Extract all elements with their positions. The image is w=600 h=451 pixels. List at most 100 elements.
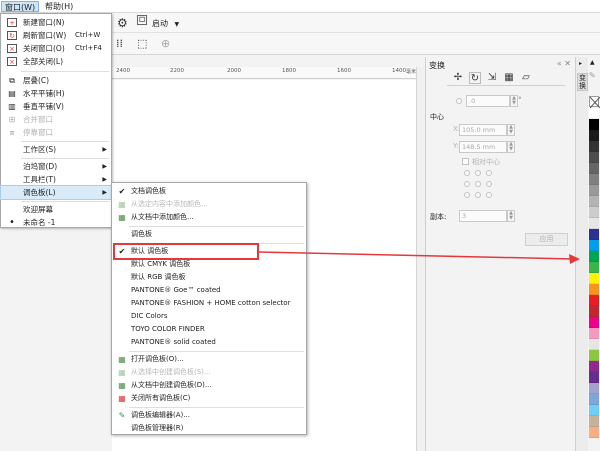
position-icon[interactable]: ✢ [452,72,464,84]
color-swatch[interactable] [589,174,599,185]
menu-item-close-window[interactable]: × 关闭窗口(O) Ctrl+F4 [1,42,111,55]
tab-scroll-icon[interactable]: ▸ [579,60,582,67]
menu-item-dock-window[interactable]: ⧈ 停靠窗口 [1,126,111,139]
launch-dropdown[interactable]: 启动 ▼ [152,18,179,29]
anchor-mr[interactable] [486,181,492,187]
copies-field[interactable]: 3 [459,210,507,222]
anchor-tr[interactable] [486,170,492,176]
anchor-mc[interactable] [475,181,481,187]
skew-icon[interactable]: ▱ [520,72,532,84]
color-swatch[interactable] [589,372,599,383]
y-field[interactable]: 148.5 mm [459,141,507,153]
color-swatch[interactable] [589,350,599,361]
scale-mirror-icon[interactable]: ⇲ [486,72,498,84]
menu-item-toolbars[interactable]: 工具栏(T) ▶ [1,173,111,186]
color-swatch[interactable] [589,361,599,372]
x-stepper[interactable]: ▲ ▼ [507,124,515,136]
eyedropper-icon[interactable]: ✎ [589,71,596,80]
anchor-ml[interactable] [464,181,470,187]
submenu-item-palettes-heading[interactable]: 调色板 [112,228,306,241]
color-swatch[interactable] [589,394,599,405]
menu-item-tile-vertical[interactable]: ▥ 垂直平铺(V) [1,100,111,113]
angle-stepper[interactable]: ▲ ▼ [510,95,518,107]
frame-icon[interactable]: ⬚ [137,37,147,51]
menu-item-new-window[interactable]: + 新建窗口(N) [1,16,111,29]
angle-field[interactable]: .0 [466,95,510,107]
menu-item-workspace[interactable]: 工作区(S) ▶ [1,143,111,156]
color-swatch[interactable] [589,339,599,350]
color-swatch[interactable] [589,427,599,438]
color-swatch[interactable] [589,262,599,273]
color-swatch[interactable] [589,295,599,306]
color-swatch[interactable] [589,152,599,163]
no-color-swatch[interactable] [589,96,600,109]
menu-item-merge-windows[interactable]: ⊞ 合并窗口 [1,113,111,126]
plus-circle-icon[interactable]: ⊕ [161,37,170,51]
color-swatch[interactable] [589,196,599,207]
menu-item-cascade[interactable]: ⧉ 层叠(C) [1,74,111,87]
submenu-item-default-rgb[interactable]: 默认 RGB 调色板 [112,271,306,284]
horizontal-ruler[interactable]: 2400 2200 2000 1800 1600 1400 毫米 [112,67,416,79]
color-swatch[interactable] [589,383,599,394]
color-swatch[interactable] [589,284,599,295]
color-swatch[interactable] [589,328,599,339]
vertical-scrollbar[interactable] [416,67,425,451]
docker-collapse-icon[interactable]: « ✕ [557,59,571,68]
color-swatch[interactable] [589,119,599,130]
submenu-item-close-all-palettes[interactable]: ▦ 关闭所有调色板(C) [112,392,306,405]
apply-button[interactable]: 应用 [525,233,568,246]
x-field[interactable]: 105.0 mm [459,124,507,136]
color-swatch[interactable] [589,163,599,174]
color-swatch[interactable] [589,240,599,251]
menu-item-welcome-screen[interactable]: 欢迎屏幕 [1,203,111,216]
color-swatch[interactable] [589,306,599,317]
color-swatch[interactable] [589,130,599,141]
menu-item-document-untitled[interactable]: • 未命名 -1 [1,216,111,229]
menu-item-tile-horizontal[interactable]: ▤ 水平平铺(H) [1,87,111,100]
color-swatch[interactable] [589,108,599,119]
tab-transform[interactable]: 变换 [577,73,588,91]
menu-window[interactable]: 窗口(W) [1,1,40,12]
rotate-icon[interactable]: ↻ [469,72,481,84]
anchor-br[interactable] [486,192,492,198]
submenu-item-pantone-solid-coated[interactable]: PANTONE® solid coated [112,336,306,349]
submenu-item-create-from-selection[interactable]: ▦ 从选择中创建调色板(S)... [112,366,306,379]
submenu-item-add-from-selection[interactable]: ▦ 从选定内容中添加颜色... [112,198,306,211]
dotted-grid-icon[interactable]: ⁞⁞ [116,37,123,51]
submenu-item-palette-editor[interactable]: ✎ 调色板编辑器(A)... [112,409,306,422]
color-swatch[interactable] [589,273,599,284]
submenu-item-dic-colors[interactable]: DIC Colors [112,310,306,323]
submenu-item-pantone-fashion-home[interactable]: PANTONE® FASHION + HOME cotton selector [112,297,306,310]
anchor-bl[interactable] [464,192,470,198]
submenu-item-open-palette[interactable]: ▦ 打开调色板(O)... [112,353,306,366]
color-swatch[interactable] [589,405,599,416]
anchor-bc[interactable] [475,192,481,198]
menu-item-palettes[interactable]: 调色板(L) ▶ [0,185,112,200]
submenu-item-pantone-goe[interactable]: PANTONE® Goe™ coated [112,284,306,297]
color-swatch[interactable] [589,317,599,328]
color-swatch[interactable] [589,207,599,218]
gear-icon[interactable]: ⚙ [117,16,128,30]
relative-center-checkbox[interactable] [462,158,469,165]
anchor-tc[interactable] [475,170,481,176]
size-icon[interactable]: ▦ [503,72,515,84]
copies-stepper[interactable]: ▲ ▼ [507,210,515,222]
menu-help[interactable]: 帮助(H) [42,1,76,12]
color-swatch[interactable] [589,251,599,262]
anchor-tl[interactable] [464,170,470,176]
color-swatch[interactable] [589,229,599,240]
submenu-item-add-from-document[interactable]: ▦ 从文档中添加颜色... [112,211,306,224]
color-swatch[interactable] [589,218,599,229]
menu-item-refresh-window[interactable]: ↻ 刷新窗口(W) Ctrl+W [1,29,111,42]
color-swatch[interactable] [589,416,599,427]
menu-item-dockers[interactable]: 泊坞窗(D) ▶ [1,160,111,173]
submenu-item-toyo-color-finder[interactable]: TOYO COLOR FINDER [112,323,306,336]
launch-app-icon[interactable]: ▫ [137,15,147,25]
submenu-item-create-from-document[interactable]: ▦ 从文档中创建调色板(D)... [112,379,306,392]
palette-scroll-up-icon[interactable]: ▲ [590,59,595,66]
submenu-item-palette-manager[interactable]: 调色板管理器(R) [112,422,306,435]
menu-item-close-all[interactable]: × 全部关闭(L) [1,55,111,68]
y-stepper[interactable]: ▲ ▼ [507,141,515,153]
submenu-item-document-palette[interactable]: ✔ 文档调色板 [112,185,306,198]
color-swatch[interactable] [589,185,599,196]
